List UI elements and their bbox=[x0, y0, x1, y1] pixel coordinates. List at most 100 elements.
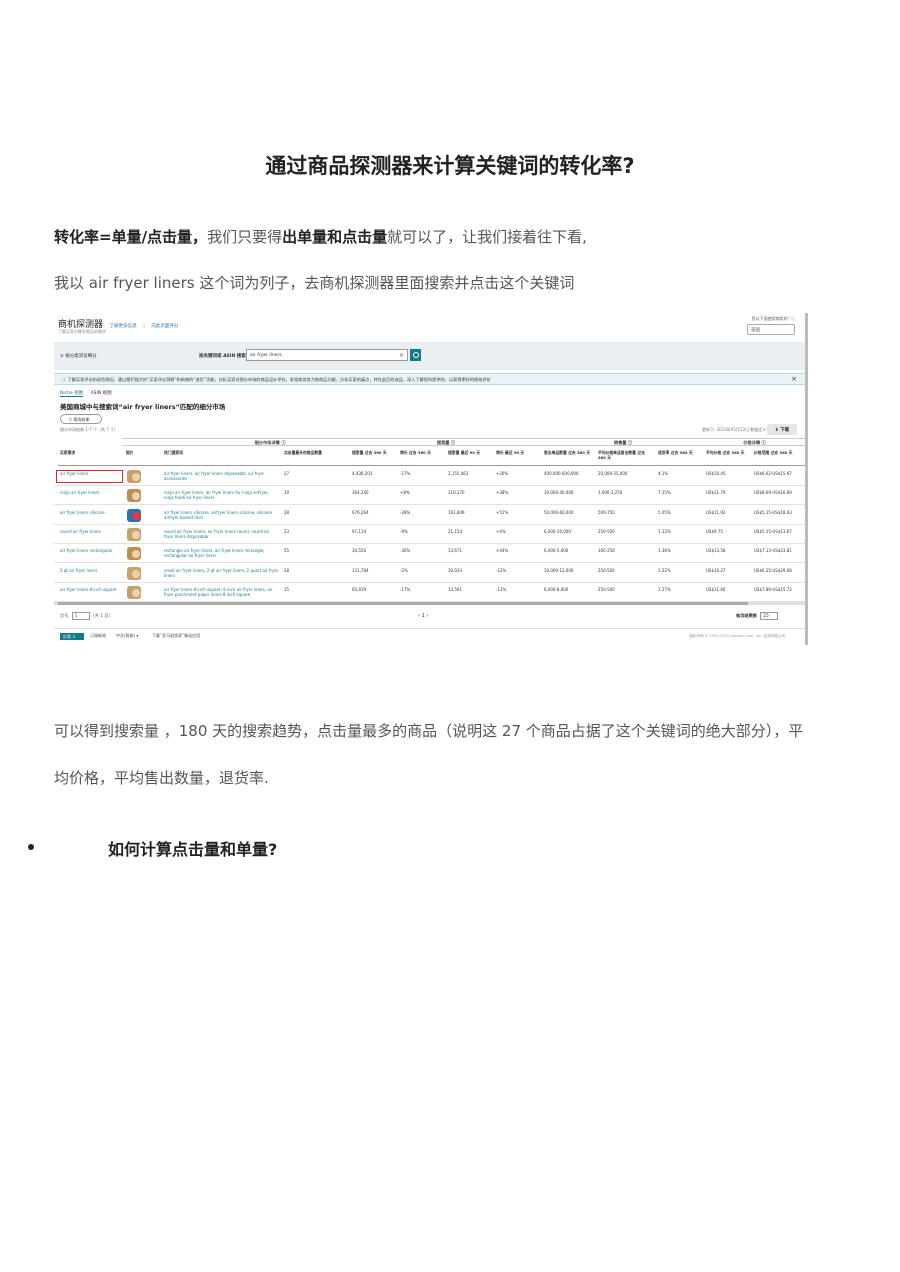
cell-sv360: 4,436,203 bbox=[352, 471, 373, 476]
bullet-text: 如何计算点击量和单量? bbox=[108, 840, 278, 859]
cell-avgprice: US$11.92 bbox=[706, 509, 726, 515]
col-need[interactable]: 买家需求 bbox=[58, 448, 124, 466]
cell-avgprice: US$10.45 bbox=[706, 471, 726, 476]
col-range[interactable]: 价格范围 过去 360 天 bbox=[752, 448, 805, 466]
browse-category-menu[interactable]: ≡ 按分类浏览细分 bbox=[60, 353, 97, 359]
link-separator: | bbox=[143, 324, 145, 329]
search-input[interactable]: air fryer liners × bbox=[246, 349, 408, 361]
cell-sv90: 21,154 bbox=[448, 528, 462, 534]
cell-units: 6,000-10,000 bbox=[544, 528, 571, 534]
cell-g360: -9% bbox=[400, 528, 408, 534]
group-price: 价格详情 ⓘ bbox=[704, 438, 805, 446]
table-row[interactable]: air fryer liners 8 inch square air fryer … bbox=[54, 583, 805, 602]
mobile-app-link[interactable]: 下载“亚马逊卖家”移动应用 bbox=[152, 633, 200, 639]
cell-sv90: 13,671 bbox=[448, 548, 462, 554]
paragraph-result-cont: 均价格，平均售出数量，退货率. bbox=[54, 769, 269, 787]
horizontal-scrollbar[interactable] bbox=[54, 602, 805, 605]
page-jump: 页号 1 (共 1 页) bbox=[60, 612, 110, 620]
col-g90[interactable]: 增长 最近 90 天 bbox=[494, 448, 542, 466]
tab-niche-view[interactable]: Niche 视图 bbox=[60, 391, 84, 397]
info-banner: ⓘ 了解买家评论和退货原因，通过我们强大的“买家评论洞察”和新增的“退货”功能，… bbox=[54, 373, 805, 385]
formula-text-2: 就可以了，让我们接着往下看, bbox=[387, 228, 587, 246]
cell-need[interactable]: air fryer liners 8 inch square bbox=[58, 583, 124, 602]
col-products[interactable]: 点击量最多的商品数量 bbox=[282, 448, 350, 466]
cell-products: 30 bbox=[284, 490, 290, 496]
cell-g90: +44% bbox=[496, 548, 509, 554]
cell-sv360: 364,240 bbox=[352, 490, 369, 496]
cell-units: 10,000-12,000 bbox=[544, 567, 574, 573]
cell-g90: +38% bbox=[496, 490, 509, 496]
cell-avgprice: US$13.58 bbox=[706, 548, 726, 554]
rate-page-link[interactable]: 向此页面评分 bbox=[151, 324, 178, 329]
language-select[interactable]: 中文(简体) ▾ bbox=[116, 633, 138, 639]
cell-terms[interactable]: small air fryer liners, 2 qt air fryer l… bbox=[162, 564, 282, 583]
cell-terms[interactable]: air fryer liners, air fryer liners dispo… bbox=[162, 467, 282, 486]
cell-products: 28 bbox=[284, 509, 290, 515]
col-avgunits[interactable]: 平均价格单品售出数量 过去 360 天 bbox=[596, 448, 656, 466]
learn-more-link[interactable]: 了解更多信息 bbox=[110, 324, 137, 329]
copyright: 隐私声明 © 1999-2023 Amazon.com, Inc. 或其附属公司 bbox=[689, 634, 785, 638]
tab-asin-view[interactable]: ASIN 视图 bbox=[91, 391, 112, 396]
cell-need[interactable]: 2 qt air fryer liners bbox=[58, 564, 124, 583]
product-thumbnail bbox=[127, 489, 141, 503]
market-title: 美国商城中与搜索词“air fryer liners”匹配的细分市场 bbox=[60, 403, 226, 411]
product-thumbnail bbox=[127, 566, 141, 580]
per-page: 每页结果数 25 bbox=[736, 612, 779, 620]
filter-button[interactable]: ▽ 筛选结果 bbox=[60, 414, 102, 424]
col-terms[interactable]: 热门搜索词 bbox=[162, 448, 282, 466]
clear-search-icon[interactable]: × bbox=[399, 352, 404, 359]
pagination[interactable]: ‹ 1 › bbox=[418, 613, 428, 619]
cell-range: US$5.15-US$18.03 bbox=[754, 509, 792, 515]
col-avgprice[interactable]: 平均价格 过去 360 天 bbox=[704, 448, 752, 466]
cell-g90: -12% bbox=[496, 586, 507, 592]
cell-need[interactable]: air fryer liners silicone bbox=[58, 506, 124, 525]
page-input[interactable]: 1 bbox=[71, 612, 90, 620]
table-row[interactable]: air fryer liners rectangular rectangle ai… bbox=[54, 544, 805, 564]
cell-sv90: 161,849 bbox=[448, 509, 465, 515]
cell-need[interactable]: air fryer liners rectangular bbox=[58, 544, 124, 563]
info-text: ⓘ 了解买家评论和退货原因，通过我们强大的“买家评论洞察”和新增的“退货”功能，… bbox=[62, 377, 491, 382]
cell-avgunits: 100-250 bbox=[598, 548, 615, 554]
cell-terms[interactable]: air fryer liners 8 inch square, 8 inch a… bbox=[162, 583, 282, 602]
cell-terms[interactable]: air fryer liners silicone, airfryer line… bbox=[162, 506, 282, 525]
page-total: (共 1 页) bbox=[93, 613, 111, 618]
subscribe-link[interactable]: 订阅新闻 bbox=[90, 633, 106, 639]
cell-g360: -17% bbox=[400, 471, 411, 476]
cell-units: 50,000-60,000 bbox=[544, 509, 574, 515]
cell-need[interactable]: air fryer liners bbox=[58, 467, 124, 486]
cell-avgunits: 1,000-1,250 bbox=[598, 490, 623, 496]
feedback-button[interactable]: 反馈 × bbox=[60, 633, 84, 640]
table-row[interactable]: air fryer liners silicone air fryer liner… bbox=[54, 506, 805, 525]
search-button-icon[interactable] bbox=[410, 349, 421, 361]
cell-need[interactable]: round air fryer liners bbox=[58, 525, 124, 544]
table-row[interactable]: round air fryer liners round air fryer li… bbox=[54, 525, 805, 544]
table-row[interactable]: ninja air fryer liners ninja air fryer li… bbox=[54, 486, 805, 506]
col-return[interactable]: 退货率 过去 360 天 bbox=[656, 448, 704, 466]
group-search-volume: 搜索量 ⓘ bbox=[350, 438, 542, 446]
col-sv90[interactable]: 搜索量 最近 90 天 bbox=[446, 448, 494, 466]
cell-avgunits: 250-500 bbox=[598, 567, 615, 573]
search-value: air fryer liners bbox=[250, 353, 282, 358]
product-thumbnail bbox=[127, 508, 141, 522]
shot-footer: 反馈 × 订阅新闻 中文(简体) ▾ 下载“亚马逊卖家”移动应用 隐私声明 © … bbox=[54, 628, 805, 642]
table-row[interactable]: air fryer liners air fryer liners, air fr… bbox=[54, 467, 805, 486]
cell-units: 30,000-40,000 bbox=[544, 490, 574, 496]
cell-g90: +51% bbox=[496, 509, 509, 515]
cell-g90: -12% bbox=[496, 567, 507, 573]
cell-ret: 5.05% bbox=[658, 509, 671, 515]
cell-terms[interactable]: rectangle air fryer liners, air fryer li… bbox=[162, 544, 282, 563]
col-sv360[interactable]: 搜索量 过去 360 天 bbox=[350, 448, 398, 466]
cell-sv360: 131,784 bbox=[352, 567, 369, 573]
table-row[interactable]: 2 qt air fryer liners small air fryer lin… bbox=[54, 564, 805, 583]
download-button[interactable]: ⬇ 下载 bbox=[767, 424, 797, 435]
cell-terms[interactable]: ninja air fryer liners, air fryer liners… bbox=[162, 486, 282, 505]
col-g360[interactable]: 增长 过去 360 天 bbox=[398, 448, 446, 466]
cell-need[interactable]: ninja air fryer liners bbox=[58, 486, 124, 505]
paragraph-conversion-formula: 转化率=单量/点击量，我们只要得出单量和点击量就可以了，让我们接着往下看, bbox=[54, 226, 587, 247]
per-page-select[interactable]: 25 bbox=[760, 612, 779, 620]
region-select[interactable]: 美国 bbox=[747, 324, 795, 335]
cell-terms[interactable]: round air fryer liners, air fryer liners… bbox=[162, 525, 282, 544]
col-units[interactable]: 售出单品数量 过去 360 天 bbox=[542, 448, 596, 466]
cell-products: 15 bbox=[284, 586, 290, 592]
close-banner-icon[interactable]: × bbox=[791, 375, 797, 383]
